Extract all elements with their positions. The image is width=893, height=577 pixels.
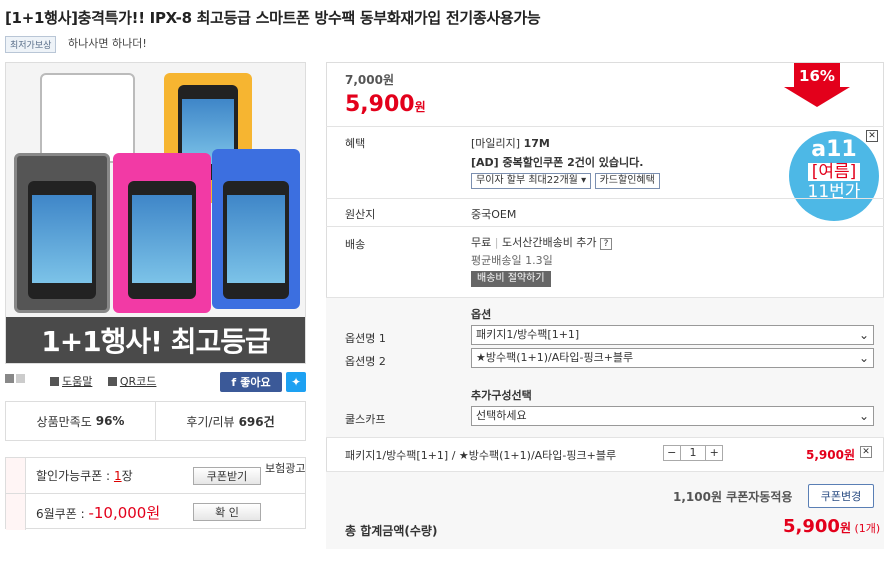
chevron-down-icon: ⌄ (858, 328, 869, 342)
option1-select[interactable]: 패키지1/방수팩[1+1] ⌄ (471, 325, 874, 345)
chevron-down-icon: ▾ (581, 175, 587, 186)
total-label: 총 합계금액(수량) (345, 524, 438, 538)
installment-label: 무이자 할부 최대22개월 (476, 175, 578, 186)
available-coupon-unit: 장 (121, 469, 133, 483)
available-coupon-label: 할인가능쿠폰 : 1장 (36, 467, 133, 484)
shipping-average: 평균배송일 1.3일 (471, 254, 553, 267)
available-coupon-count[interactable]: 1 (114, 469, 122, 483)
total-price: 5,900원 (1개) (783, 516, 880, 537)
mileage-prefix: [마일리지] (471, 137, 521, 150)
original-price: 7,000원 (345, 73, 394, 87)
cool-scarf-value: 선택하세요 (476, 409, 527, 422)
selected-option-text: 패키지1/방수팩[1+1] / ★방수팩(1+1)/A타입-핑크+블루 (345, 449, 617, 462)
option2-value: ★방수팩(1+1)/A타입-핑크+블루 (476, 351, 634, 364)
quantity-input[interactable]: 1 (679, 446, 706, 460)
chevron-down-icon: ⌄ (858, 351, 869, 365)
available-coupon-text: 할인가능쿠폰 : (36, 469, 111, 483)
promo-line3: 11번가 (807, 182, 861, 202)
product-subtitle: 하나사면 하나더! (68, 37, 147, 50)
option1-label: 옵션명 1 (345, 332, 386, 345)
quantity-stepper[interactable]: − 1 + (663, 445, 723, 461)
quantity-minus-button[interactable]: − (664, 446, 680, 460)
coupon-mark (6, 494, 26, 530)
reviews[interactable]: 후기/리뷰 696건 (155, 402, 305, 440)
june-coupon-text: 6월쿠폰 : (36, 506, 85, 521)
confirm-button[interactable]: 확 인 (193, 503, 261, 521)
satisfaction: 상품만족도 96% (6, 402, 155, 440)
cool-scarf-select[interactable]: 선택하세요 ⌄ (471, 406, 874, 426)
selected-option-price: 5,900원 (806, 448, 855, 462)
review-label: 후기/리뷰 (186, 414, 235, 429)
qrcode-link[interactable]: QR코드 (120, 375, 157, 388)
option-header: 옵션 (471, 308, 492, 321)
coupon-auto-apply: 1,100원 쿠폰자동적용 (673, 490, 793, 504)
origin-value: 중국OEM (471, 208, 517, 221)
shipping-free: 무료 (471, 236, 492, 249)
promo-line1: a11 (811, 137, 857, 162)
shipping-label: 배송 (345, 238, 366, 251)
coupon-mark (6, 458, 26, 493)
shipping-info: 무료 | 도서산간배송비 추가 ? (471, 234, 613, 250)
product-title: [1+1행사]충격특가!! IPX-8 최고등급 스마트폰 방수팩 동부화재가입… (5, 9, 541, 27)
total-unit: 원 (839, 521, 851, 535)
image-thumbnails[interactable] (5, 373, 27, 386)
rating-box: 상품만족도 96% 후기/리뷰 696건 (5, 401, 306, 441)
review-value: 696건 (238, 414, 275, 429)
discount-badge: 16% (784, 63, 850, 107)
shipping-save-button[interactable]: 배송비 절약하기 (471, 271, 551, 287)
satisfaction-label: 상품만족도 (36, 414, 92, 429)
product-image[interactable]: 1+1행사! 최고등급 (5, 62, 306, 364)
cool-scarf-label: 쿨스카프 (345, 413, 386, 426)
mileage-value: 17M (523, 137, 550, 150)
satisfaction-value: 96% (95, 414, 125, 428)
june-coupon-value: -10,000원 (88, 503, 161, 522)
close-icon[interactable]: ✕ (866, 130, 878, 142)
option2-select[interactable]: ★방수팩(1+1)/A타입-핑크+블루 ⌄ (471, 348, 874, 368)
remove-option-icon[interactable]: ✕ (860, 446, 872, 458)
mileage: [마일리지] 17M (471, 135, 550, 151)
sale-price-unit: 원 (414, 100, 426, 114)
additional-option-header: 추가구성선택 (471, 389, 532, 402)
summer-promo-banner[interactable]: a11 [여름] 11번가 (789, 131, 879, 221)
sale-price: 5,900원 (345, 92, 426, 117)
option2-label: 옵션명 2 (345, 355, 386, 368)
promo-line2: [여름] (807, 163, 861, 181)
thumbnail-1[interactable] (5, 374, 14, 383)
qrcode-icon (107, 377, 117, 386)
origin-label: 원산지 (345, 208, 376, 221)
facebook-like-label: 좋아요 (240, 376, 271, 389)
coupon-box: 할인가능쿠폰 : 1장 쿠폰받기 6월쿠폰 : -10,000원 확 인 (5, 457, 306, 530)
total-count: (1개) (854, 522, 881, 535)
june-coupon-label: 6월쿠폰 : -10,000원 (36, 502, 160, 523)
shipping-extra: 도서산간배송비 추가 (501, 236, 597, 249)
quantity-plus-button[interactable]: + (705, 446, 722, 460)
benefit-label: 혜택 (345, 137, 366, 150)
facebook-like-button[interactable]: f 좋아요 (220, 372, 282, 392)
help-icon (50, 377, 59, 386)
twitter-icon: ✦ (290, 375, 302, 389)
change-coupon-button[interactable]: 쿠폰변경 (808, 484, 874, 508)
option1-value: 패키지1/방수팩[1+1] (476, 328, 580, 341)
total-value: 5,900 (783, 516, 840, 537)
insurance-ad-label: 보험광고 (265, 462, 306, 475)
thumbnail-2[interactable] (16, 374, 25, 383)
image-links: 도움말 QR코드 (50, 373, 168, 389)
installment-button[interactable]: 무이자 할부 최대22개월 ▾ (471, 173, 592, 189)
chevron-down-icon: ⌄ (858, 409, 869, 423)
card-discount-button[interactable]: 카드할인혜택 (594, 173, 660, 189)
facebook-icon: f (231, 375, 237, 389)
ad-coupon-text[interactable]: [AD] 중복할인쿠폰 2건이 있습니다. (471, 154, 643, 170)
twitter-button[interactable]: ✦ (286, 372, 306, 392)
question-icon[interactable]: ? (600, 238, 613, 250)
help-link[interactable]: 도움말 (62, 375, 92, 388)
image-banner-text: 1+1행사! 최고등급 (6, 317, 305, 363)
lowest-price-badge: 최저가보상 (5, 36, 57, 53)
discount-rate: 16% (799, 67, 835, 85)
get-coupon-button[interactable]: 쿠폰받기 (193, 467, 261, 485)
sale-price-value: 5,900 (345, 92, 415, 117)
